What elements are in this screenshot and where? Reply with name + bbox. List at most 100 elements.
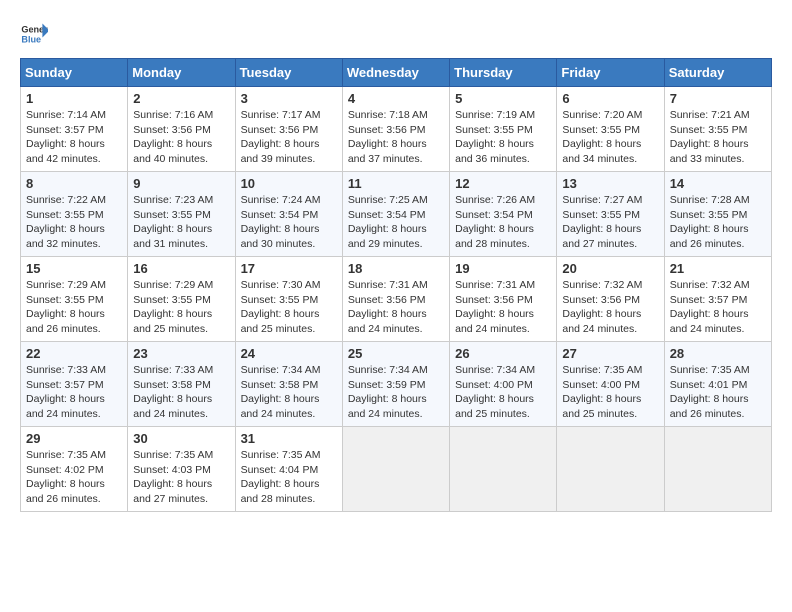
day-detail: Sunrise: 7:21 AMSunset: 3:55 PMDaylight:… (670, 109, 750, 165)
week-row-2: 8 Sunrise: 7:22 AMSunset: 3:55 PMDayligh… (21, 172, 772, 257)
weekday-friday: Friday (557, 59, 664, 87)
calendar-cell: 28 Sunrise: 7:35 AMSunset: 4:01 PMDaylig… (664, 342, 771, 427)
day-detail: Sunrise: 7:31 AMSunset: 3:56 PMDaylight:… (455, 279, 535, 335)
day-number: 5 (455, 91, 551, 106)
day-detail: Sunrise: 7:34 AMSunset: 4:00 PMDaylight:… (455, 364, 535, 420)
day-detail: Sunrise: 7:34 AMSunset: 3:59 PMDaylight:… (348, 364, 428, 420)
day-detail: Sunrise: 7:16 AMSunset: 3:56 PMDaylight:… (133, 109, 213, 165)
calendar-cell: 15 Sunrise: 7:29 AMSunset: 3:55 PMDaylig… (21, 257, 128, 342)
day-detail: Sunrise: 7:20 AMSunset: 3:55 PMDaylight:… (562, 109, 642, 165)
day-number: 4 (348, 91, 444, 106)
day-number: 11 (348, 176, 444, 191)
calendar-cell: 30 Sunrise: 7:35 AMSunset: 4:03 PMDaylig… (128, 427, 235, 512)
calendar-cell: 9 Sunrise: 7:23 AMSunset: 3:55 PMDayligh… (128, 172, 235, 257)
calendar-cell: 10 Sunrise: 7:24 AMSunset: 3:54 PMDaylig… (235, 172, 342, 257)
calendar-cell: 23 Sunrise: 7:33 AMSunset: 3:58 PMDaylig… (128, 342, 235, 427)
calendar-cell: 14 Sunrise: 7:28 AMSunset: 3:55 PMDaylig… (664, 172, 771, 257)
day-detail: Sunrise: 7:35 AMSunset: 4:02 PMDaylight:… (26, 449, 106, 505)
day-detail: Sunrise: 7:33 AMSunset: 3:57 PMDaylight:… (26, 364, 106, 420)
calendar-cell: 20 Sunrise: 7:32 AMSunset: 3:56 PMDaylig… (557, 257, 664, 342)
day-detail: Sunrise: 7:32 AMSunset: 3:56 PMDaylight:… (562, 279, 642, 335)
day-detail: Sunrise: 7:23 AMSunset: 3:55 PMDaylight:… (133, 194, 213, 250)
day-number: 18 (348, 261, 444, 276)
weekday-monday: Monday (128, 59, 235, 87)
week-row-1: 1 Sunrise: 7:14 AMSunset: 3:57 PMDayligh… (21, 87, 772, 172)
calendar-cell (450, 427, 557, 512)
calendar-cell: 2 Sunrise: 7:16 AMSunset: 3:56 PMDayligh… (128, 87, 235, 172)
calendar-cell: 4 Sunrise: 7:18 AMSunset: 3:56 PMDayligh… (342, 87, 449, 172)
day-number: 20 (562, 261, 658, 276)
day-number: 13 (562, 176, 658, 191)
weekday-thursday: Thursday (450, 59, 557, 87)
svg-text:Blue: Blue (21, 34, 41, 44)
day-number: 22 (26, 346, 122, 361)
day-detail: Sunrise: 7:29 AMSunset: 3:55 PMDaylight:… (26, 279, 106, 335)
day-detail: Sunrise: 7:35 AMSunset: 4:01 PMDaylight:… (670, 364, 750, 420)
day-detail: Sunrise: 7:31 AMSunset: 3:56 PMDaylight:… (348, 279, 428, 335)
day-detail: Sunrise: 7:33 AMSunset: 3:58 PMDaylight:… (133, 364, 213, 420)
day-detail: Sunrise: 7:35 AMSunset: 4:03 PMDaylight:… (133, 449, 213, 505)
day-number: 12 (455, 176, 551, 191)
calendar-cell: 27 Sunrise: 7:35 AMSunset: 4:00 PMDaylig… (557, 342, 664, 427)
weekday-header: SundayMondayTuesdayWednesdayThursdayFrid… (21, 59, 772, 87)
day-number: 6 (562, 91, 658, 106)
calendar-cell: 16 Sunrise: 7:29 AMSunset: 3:55 PMDaylig… (128, 257, 235, 342)
calendar-table: SundayMondayTuesdayWednesdayThursdayFrid… (20, 58, 772, 512)
calendar-cell: 24 Sunrise: 7:34 AMSunset: 3:58 PMDaylig… (235, 342, 342, 427)
calendar-cell: 17 Sunrise: 7:30 AMSunset: 3:55 PMDaylig… (235, 257, 342, 342)
calendar-cell (342, 427, 449, 512)
day-detail: Sunrise: 7:29 AMSunset: 3:55 PMDaylight:… (133, 279, 213, 335)
calendar-cell: 12 Sunrise: 7:26 AMSunset: 3:54 PMDaylig… (450, 172, 557, 257)
day-number: 16 (133, 261, 229, 276)
day-number: 8 (26, 176, 122, 191)
calendar-cell: 22 Sunrise: 7:33 AMSunset: 3:57 PMDaylig… (21, 342, 128, 427)
week-row-3: 15 Sunrise: 7:29 AMSunset: 3:55 PMDaylig… (21, 257, 772, 342)
week-row-5: 29 Sunrise: 7:35 AMSunset: 4:02 PMDaylig… (21, 427, 772, 512)
weekday-tuesday: Tuesday (235, 59, 342, 87)
calendar-cell: 13 Sunrise: 7:27 AMSunset: 3:55 PMDaylig… (557, 172, 664, 257)
day-detail: Sunrise: 7:19 AMSunset: 3:55 PMDaylight:… (455, 109, 535, 165)
calendar-cell: 8 Sunrise: 7:22 AMSunset: 3:55 PMDayligh… (21, 172, 128, 257)
day-number: 24 (241, 346, 337, 361)
weekday-saturday: Saturday (664, 59, 771, 87)
calendar-cell: 26 Sunrise: 7:34 AMSunset: 4:00 PMDaylig… (450, 342, 557, 427)
day-number: 27 (562, 346, 658, 361)
calendar-cell: 3 Sunrise: 7:17 AMSunset: 3:56 PMDayligh… (235, 87, 342, 172)
day-number: 31 (241, 431, 337, 446)
day-detail: Sunrise: 7:34 AMSunset: 3:58 PMDaylight:… (241, 364, 321, 420)
day-detail: Sunrise: 7:14 AMSunset: 3:57 PMDaylight:… (26, 109, 106, 165)
day-detail: Sunrise: 7:35 AMSunset: 4:04 PMDaylight:… (241, 449, 321, 505)
day-number: 30 (133, 431, 229, 446)
day-detail: Sunrise: 7:27 AMSunset: 3:55 PMDaylight:… (562, 194, 642, 250)
day-number: 7 (670, 91, 766, 106)
day-number: 17 (241, 261, 337, 276)
day-number: 25 (348, 346, 444, 361)
calendar-cell: 5 Sunrise: 7:19 AMSunset: 3:55 PMDayligh… (450, 87, 557, 172)
calendar-body: 1 Sunrise: 7:14 AMSunset: 3:57 PMDayligh… (21, 87, 772, 512)
day-number: 2 (133, 91, 229, 106)
day-detail: Sunrise: 7:30 AMSunset: 3:55 PMDaylight:… (241, 279, 321, 335)
calendar-cell: 6 Sunrise: 7:20 AMSunset: 3:55 PMDayligh… (557, 87, 664, 172)
calendar-cell: 21 Sunrise: 7:32 AMSunset: 3:57 PMDaylig… (664, 257, 771, 342)
day-detail: Sunrise: 7:22 AMSunset: 3:55 PMDaylight:… (26, 194, 106, 250)
day-number: 26 (455, 346, 551, 361)
calendar-cell: 29 Sunrise: 7:35 AMSunset: 4:02 PMDaylig… (21, 427, 128, 512)
day-detail: Sunrise: 7:32 AMSunset: 3:57 PMDaylight:… (670, 279, 750, 335)
day-number: 14 (670, 176, 766, 191)
day-number: 3 (241, 91, 337, 106)
weekday-sunday: Sunday (21, 59, 128, 87)
calendar-cell: 1 Sunrise: 7:14 AMSunset: 3:57 PMDayligh… (21, 87, 128, 172)
day-detail: Sunrise: 7:26 AMSunset: 3:54 PMDaylight:… (455, 194, 535, 250)
day-number: 28 (670, 346, 766, 361)
day-detail: Sunrise: 7:28 AMSunset: 3:55 PMDaylight:… (670, 194, 750, 250)
day-number: 21 (670, 261, 766, 276)
weekday-wednesday: Wednesday (342, 59, 449, 87)
calendar-cell (664, 427, 771, 512)
calendar-cell (557, 427, 664, 512)
day-number: 19 (455, 261, 551, 276)
day-number: 10 (241, 176, 337, 191)
day-number: 15 (26, 261, 122, 276)
day-detail: Sunrise: 7:35 AMSunset: 4:00 PMDaylight:… (562, 364, 642, 420)
calendar-cell: 31 Sunrise: 7:35 AMSunset: 4:04 PMDaylig… (235, 427, 342, 512)
calendar-cell: 7 Sunrise: 7:21 AMSunset: 3:55 PMDayligh… (664, 87, 771, 172)
